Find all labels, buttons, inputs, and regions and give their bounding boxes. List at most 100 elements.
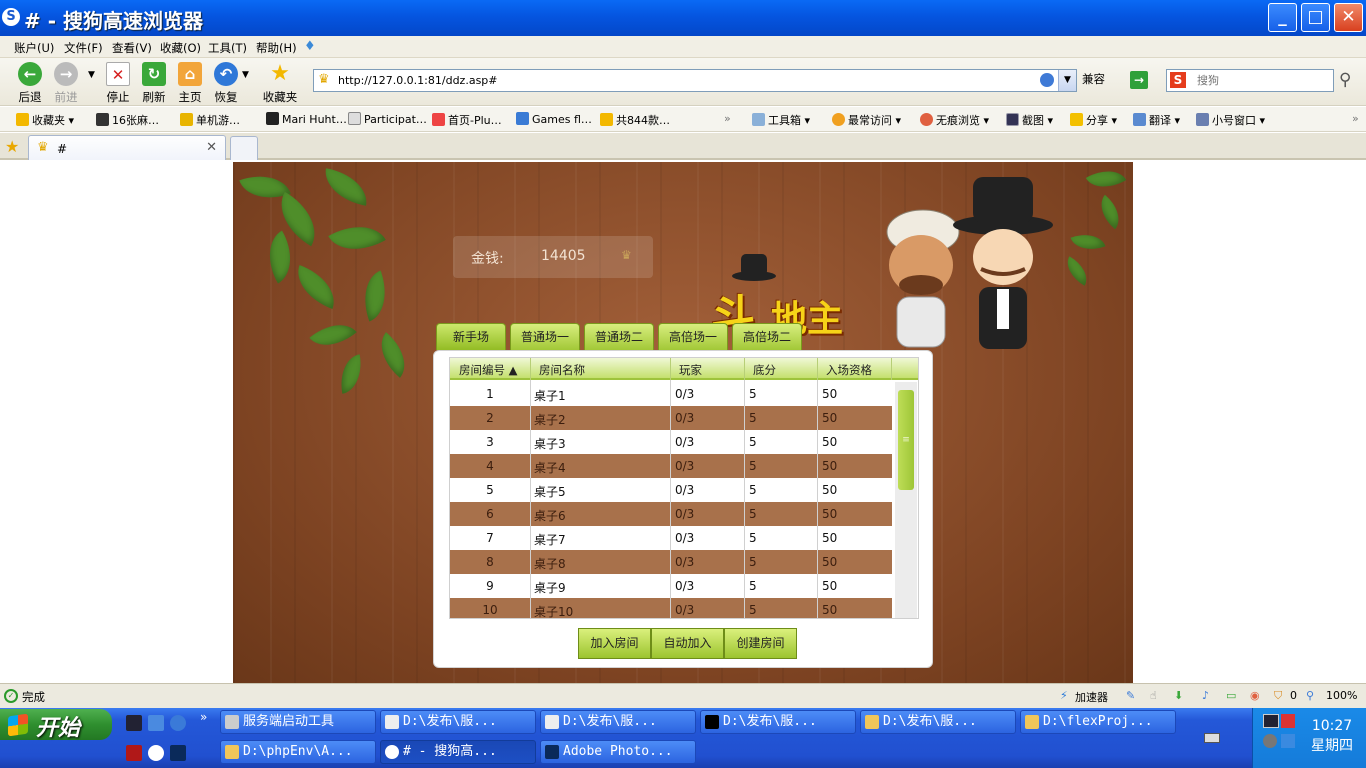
table-row[interactable]: 7 桌子7 0/3 5 50 bbox=[450, 526, 892, 550]
restore-button[interactable]: ↶ 恢复 bbox=[206, 62, 246, 105]
zoom-level[interactable]: 100% bbox=[1326, 689, 1357, 702]
tab-close-icon[interactable]: ✕ bbox=[206, 140, 217, 155]
quicklaunch-icon-1[interactable] bbox=[126, 715, 142, 731]
translate-menu[interactable]: 翻译 ▾ bbox=[1133, 112, 1180, 128]
magnifier-icon[interactable]: ⚲ bbox=[1339, 70, 1359, 90]
alert-icon[interactable] bbox=[1281, 714, 1295, 728]
task-server-tool[interactable]: 服务端启动工具 bbox=[220, 710, 376, 734]
col-header-entry[interactable]: 入场资格 bbox=[826, 362, 872, 378]
incognito-menu[interactable]: 无痕浏览 ▾ bbox=[920, 112, 989, 128]
forward-button[interactable]: → 前进 bbox=[46, 62, 86, 105]
search-box[interactable]: S bbox=[1166, 69, 1334, 92]
tab-normal-2[interactable]: 普通场二 bbox=[584, 323, 654, 350]
close-button[interactable]: ✕ bbox=[1334, 3, 1363, 32]
task-folder-1[interactable]: D:\发布\服... bbox=[380, 710, 536, 734]
fav-item-7[interactable]: 共844款… bbox=[600, 112, 670, 128]
table-row[interactable]: 2 桌子2 0/3 5 50 bbox=[450, 406, 892, 430]
security-icon[interactable] bbox=[1281, 734, 1295, 748]
maximize-button[interactable]: □ bbox=[1301, 3, 1330, 32]
col-header-room-name[interactable]: 房间名称 bbox=[539, 362, 585, 378]
accelerator-label[interactable]: 加速器 bbox=[1075, 689, 1108, 705]
share-menu[interactable]: 分享 ▾ bbox=[1070, 112, 1117, 128]
table-scrollbar[interactable]: ≡ bbox=[895, 382, 917, 618]
join-room-button[interactable]: 加入房间 bbox=[578, 628, 651, 659]
toolbox-menu[interactable]: 工具箱 ▾ bbox=[752, 112, 810, 128]
table-row[interactable]: 9 桌子9 0/3 5 50 bbox=[450, 574, 892, 598]
shield-count-icon[interactable]: ⛉ bbox=[1274, 689, 1282, 703]
search-input[interactable] bbox=[1197, 72, 1327, 89]
most-visited-menu[interactable]: 最常访问 ▾ bbox=[832, 112, 901, 128]
create-room-button[interactable]: 创建房间 bbox=[724, 628, 797, 659]
window-icon[interactable]: ▭ bbox=[1226, 689, 1236, 702]
download-icon[interactable]: ⬇ bbox=[1174, 689, 1183, 702]
menu-tools[interactable]: 工具(T) bbox=[208, 40, 247, 56]
go-arrow-icon[interactable]: → bbox=[1130, 71, 1148, 89]
table-row[interactable]: 5 桌子5 0/3 5 50 bbox=[450, 478, 892, 502]
small-window-menu[interactable]: 小号窗口 ▾ bbox=[1196, 112, 1265, 128]
address-dropdown-icon[interactable]: ▼ bbox=[1058, 70, 1076, 91]
tray-icon[interactable] bbox=[1263, 734, 1277, 748]
sogou-search-icon[interactable]: S bbox=[1170, 72, 1186, 88]
menu-account[interactable]: 账户(U) bbox=[14, 40, 54, 56]
security-shield-icon[interactable] bbox=[1040, 73, 1054, 87]
table-row[interactable]: 3 桌子3 0/3 5 50 bbox=[450, 430, 892, 454]
tab-high-1[interactable]: 高倍场一 bbox=[658, 323, 728, 350]
accelerator-icon[interactable]: ⚡ bbox=[1060, 689, 1068, 702]
table-row[interactable]: 4 桌子4 0/3 5 50 bbox=[450, 454, 892, 478]
fav-item-1[interactable]: 16张麻… bbox=[96, 112, 159, 128]
tab-high-2[interactable]: 高倍场二 bbox=[732, 323, 802, 350]
table-row[interactable]: 1 桌子1 0/3 5 50 bbox=[450, 382, 892, 406]
back-button[interactable]: ← 后退 bbox=[10, 62, 50, 105]
task-sogou-browser[interactable]: # - 搜狗高... bbox=[380, 740, 536, 764]
edit-icon[interactable]: ✎ bbox=[1126, 689, 1135, 702]
task-folder-2[interactable]: D:\发布\服... bbox=[540, 710, 696, 734]
tab-normal-1[interactable]: 普通场一 bbox=[510, 323, 580, 350]
table-row[interactable]: 6 桌子6 0/3 5 50 bbox=[450, 502, 892, 526]
keyboard-icon[interactable] bbox=[1204, 733, 1220, 743]
compat-mode-button[interactable]: 兼容 bbox=[1082, 71, 1105, 87]
scrollbar-thumb[interactable]: ≡ bbox=[898, 390, 914, 490]
eye-protect-icon[interactable]: ◉ bbox=[1250, 689, 1260, 702]
menu-view[interactable]: 查看(V) bbox=[112, 40, 152, 56]
quicklaunch-icon-2[interactable] bbox=[148, 715, 164, 731]
task-phpenv[interactable]: D:\phpEnv\A... bbox=[220, 740, 376, 764]
stop-button[interactable]: ✕ 停止 bbox=[98, 62, 138, 105]
history-dropdown-icon[interactable]: ▼ bbox=[88, 70, 95, 80]
network-icon[interactable] bbox=[1263, 714, 1279, 728]
table-row[interactable]: 10 桌子10 0/3 5 50 bbox=[450, 598, 892, 618]
table-row[interactable]: 8 桌子8 0/3 5 50 bbox=[450, 550, 892, 574]
menu-file[interactable]: 文件(F) bbox=[64, 40, 103, 56]
menu-favorites[interactable]: 收藏(O) bbox=[160, 40, 201, 56]
favorites-button[interactable]: ★ 收藏夹 bbox=[258, 62, 302, 105]
zoom-icon[interactable]: ⚲ bbox=[1306, 689, 1314, 702]
new-tab-button[interactable] bbox=[230, 136, 258, 160]
quicklaunch-ie-icon[interactable] bbox=[170, 715, 186, 731]
overflow-chevron-icon[interactable]: » bbox=[1352, 112, 1359, 125]
photoshop-quicklaunch-icon[interactable] bbox=[170, 745, 186, 761]
auto-join-button[interactable]: 自动加入 bbox=[651, 628, 724, 659]
task-cmd[interactable]: D:\发布\服... bbox=[700, 710, 856, 734]
home-button[interactable]: ⌂ 主页 bbox=[170, 62, 210, 105]
skin-icon[interactable]: ♦ bbox=[304, 39, 316, 54]
screenshot-menu[interactable]: 截图 ▾ bbox=[1006, 112, 1053, 128]
col-header-players[interactable]: 玩家 bbox=[679, 362, 702, 378]
favorites-menu[interactable]: 收藏夹 ▾ bbox=[16, 112, 74, 128]
more-favorites-chevron-icon[interactable]: » bbox=[724, 112, 731, 125]
flash-quicklaunch-icon[interactable] bbox=[126, 745, 142, 761]
menu-help[interactable]: 帮助(H) bbox=[256, 40, 297, 56]
fav-item-6[interactable]: Games fl… bbox=[516, 112, 592, 126]
minimize-button[interactable]: _ bbox=[1268, 3, 1297, 32]
col-header-base-score[interactable]: 底分 bbox=[753, 362, 776, 378]
fav-item-5[interactable]: 首页-Plu… bbox=[432, 112, 502, 128]
tab-current[interactable]: ♛ # ✕ bbox=[28, 135, 226, 160]
tab-novice[interactable]: 新手场 bbox=[436, 323, 506, 350]
task-folder-3[interactable]: D:\发布\服... bbox=[860, 710, 1016, 734]
fav-item-3[interactable]: Mari Huht… bbox=[266, 112, 347, 126]
fav-item-4[interactable]: Participat… bbox=[348, 112, 427, 126]
mouse-gesture-icon[interactable]: ☝ bbox=[1150, 689, 1157, 702]
volume-icon[interactable]: ♪ bbox=[1202, 689, 1209, 702]
address-bar[interactable]: ♛ ▼ bbox=[313, 69, 1077, 92]
sogou-quicklaunch-icon[interactable] bbox=[148, 745, 164, 761]
restore-dropdown-icon[interactable]: ▼ bbox=[242, 70, 249, 80]
quicklaunch-more-chevron-icon[interactable]: » bbox=[200, 710, 207, 724]
